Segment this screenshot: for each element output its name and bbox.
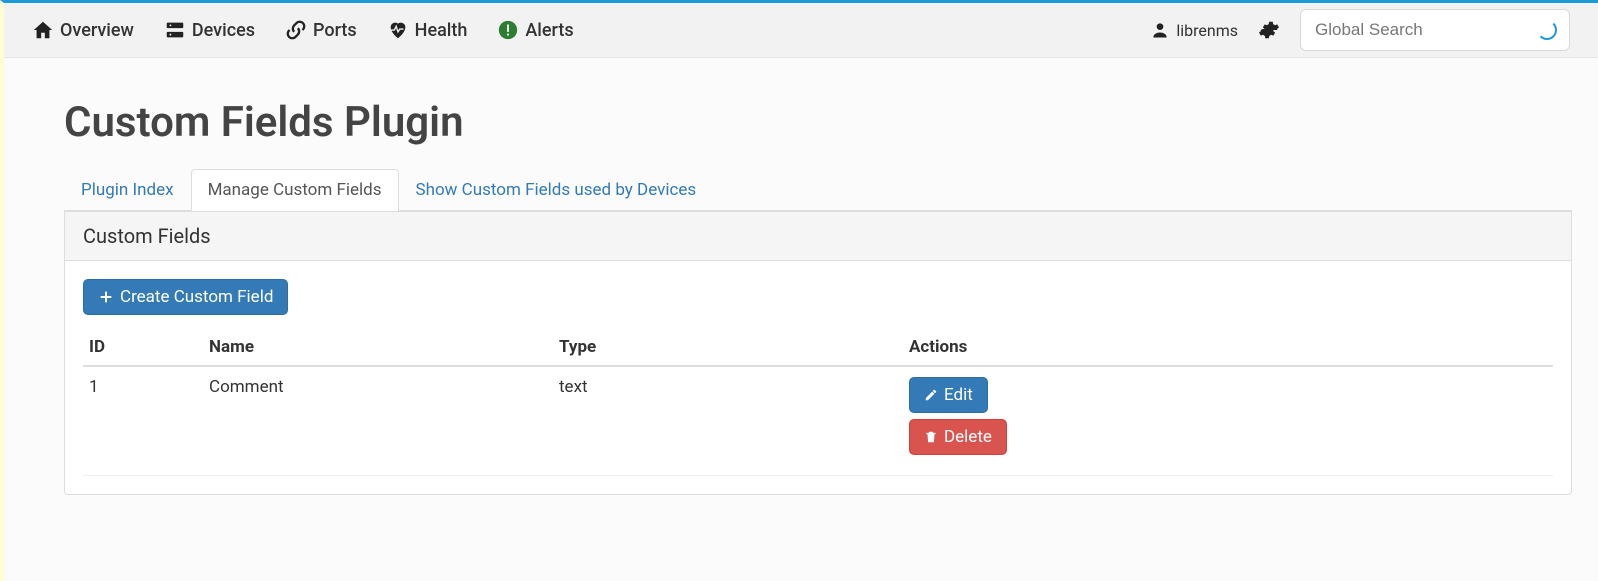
- home-icon: [32, 19, 54, 41]
- alert-icon: [497, 19, 519, 41]
- col-actions: Actions: [903, 329, 1553, 366]
- tab-show-custom-fields-by-devices[interactable]: Show Custom Fields used by Devices: [399, 169, 714, 211]
- nav-health[interactable]: Health: [387, 19, 468, 41]
- top-navbar: Overview Devices Ports Health Alerts lib…: [4, 3, 1598, 58]
- cell-type: text: [553, 366, 903, 476]
- nav-ports[interactable]: Ports: [285, 19, 357, 41]
- custom-fields-table: ID Name Type Actions 1 Comment text: [83, 329, 1553, 476]
- nav-right: librenms: [1150, 9, 1570, 51]
- create-custom-field-label: Create Custom Field: [120, 287, 273, 307]
- nav-devices[interactable]: Devices: [164, 19, 255, 41]
- pencil-icon: [924, 388, 938, 402]
- nav-overview-label: Overview: [60, 20, 134, 41]
- main-content: Custom Fields Plugin Plugin Index Manage…: [4, 58, 1598, 525]
- cell-name: Comment: [203, 366, 553, 476]
- nav-devices-label: Devices: [192, 20, 255, 41]
- edit-button[interactable]: Edit: [909, 377, 988, 413]
- create-custom-field-button[interactable]: Create Custom Field: [83, 279, 288, 315]
- plus-icon: [98, 289, 114, 305]
- nav-overview[interactable]: Overview: [32, 19, 134, 41]
- nav-ports-label: Ports: [313, 20, 357, 41]
- nav-user[interactable]: librenms: [1150, 20, 1238, 40]
- col-type: Type: [553, 329, 903, 366]
- cell-actions: Edit Delete: [903, 366, 1553, 476]
- nav-user-label: librenms: [1176, 21, 1238, 40]
- nav-alerts[interactable]: Alerts: [497, 19, 573, 41]
- link-icon: [285, 19, 307, 41]
- nav-health-label: Health: [415, 20, 468, 41]
- tab-plugin-index[interactable]: Plugin Index: [64, 169, 191, 211]
- settings-button[interactable]: [1258, 19, 1280, 41]
- table-header-row: ID Name Type Actions: [83, 329, 1553, 366]
- tab-manage-custom-fields[interactable]: Manage Custom Fields: [191, 169, 399, 211]
- loading-spinner-icon: [1537, 20, 1557, 40]
- tabs: Plugin Index Manage Custom Fields Show C…: [64, 169, 1572, 211]
- custom-fields-panel: Custom Fields Create Custom Field ID Nam…: [64, 211, 1572, 495]
- gear-icon: [1258, 19, 1280, 41]
- cell-id: 1: [83, 366, 203, 476]
- heartbeat-icon: [387, 19, 409, 41]
- page-title: Custom Fields Plugin: [64, 98, 1572, 147]
- delete-label: Delete: [944, 427, 992, 447]
- col-name: Name: [203, 329, 553, 366]
- global-search[interactable]: [1300, 9, 1570, 51]
- nav-left: Overview Devices Ports Health Alerts: [32, 19, 604, 41]
- table-row: 1 Comment text Edit Delete: [83, 366, 1553, 476]
- server-icon: [164, 19, 186, 41]
- panel-heading: Custom Fields: [65, 211, 1571, 261]
- col-id: ID: [83, 329, 203, 366]
- edit-label: Edit: [944, 385, 973, 405]
- user-icon: [1150, 20, 1170, 40]
- search-input[interactable]: [1313, 19, 1513, 41]
- trash-icon: [924, 430, 938, 444]
- panel-body: Create Custom Field ID Name Type Actions…: [65, 261, 1571, 494]
- delete-button[interactable]: Delete: [909, 419, 1007, 455]
- nav-alerts-label: Alerts: [525, 20, 573, 41]
